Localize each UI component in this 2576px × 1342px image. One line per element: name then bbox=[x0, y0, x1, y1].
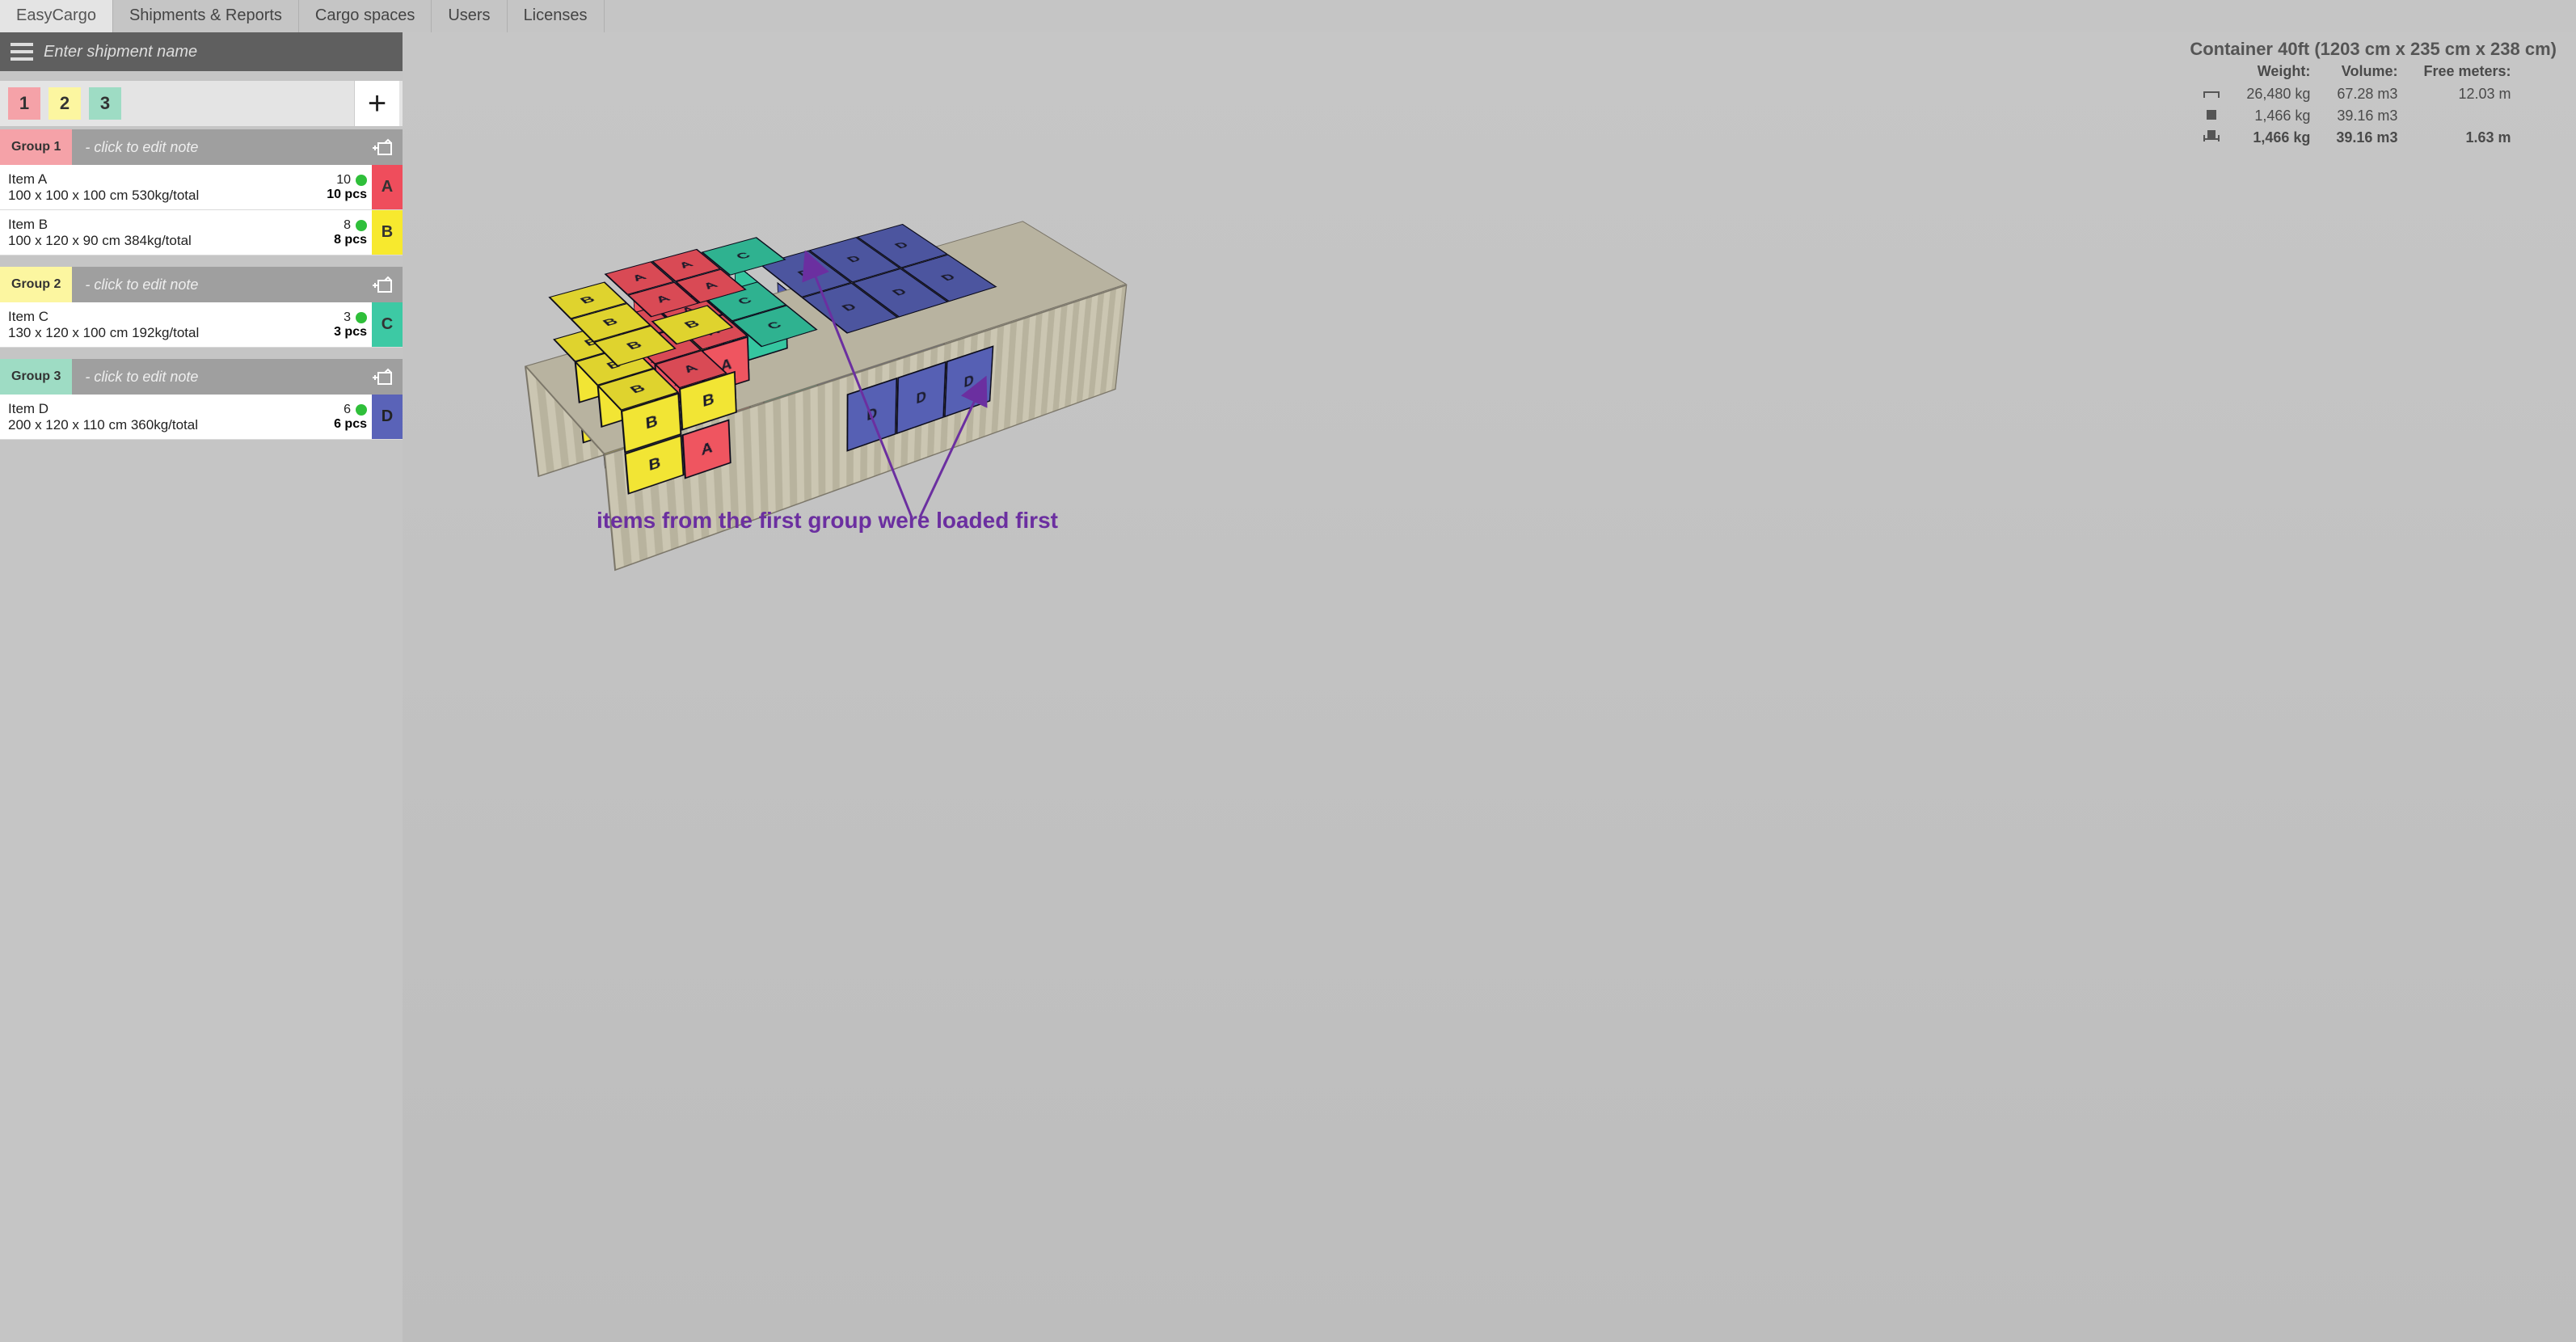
stats-row: 1,466 kg39.16 m31.63 m bbox=[2190, 127, 2523, 149]
top-nav: EasyCargo Shipments & Reports Cargo spac… bbox=[0, 0, 2576, 32]
item-pcs: 3 pcs bbox=[334, 325, 367, 339]
nav-tab-licenses[interactable]: Licenses bbox=[508, 0, 605, 32]
group-chip-3[interactable]: 3 bbox=[89, 87, 121, 120]
stats-header-weight: Weight: bbox=[2233, 63, 2323, 83]
item-info: Item B100 x 120 x 90 cm 384kg/total bbox=[0, 210, 307, 255]
nav-tab-shipments[interactable]: Shipments & Reports bbox=[113, 0, 299, 32]
item-list: Group 1- click to edit noteItem A100 x 1… bbox=[0, 129, 403, 440]
item-dimensions: 100 x 120 x 90 cm 384kg/total bbox=[8, 233, 299, 249]
group-header[interactable]: Group 3- click to edit note bbox=[0, 359, 403, 395]
group-tab-bar: 1 2 3 + bbox=[0, 81, 403, 126]
item-name: Item D bbox=[8, 401, 299, 417]
item-count: 10 bbox=[336, 173, 351, 188]
group-header[interactable]: Group 1- click to edit note bbox=[0, 129, 403, 165]
item-color-tag[interactable]: B bbox=[372, 210, 403, 255]
stat-free: 12.03 m bbox=[2410, 83, 2523, 105]
shipment-name-input[interactable] bbox=[44, 43, 403, 61]
item-count: 8 bbox=[344, 218, 351, 233]
stat-volume: 39.16 m3 bbox=[2323, 105, 2410, 127]
left-panel: 1 2 3 + Group 1- click to edit noteItem … bbox=[0, 32, 403, 1342]
container-title: Container 40ft (1203 cm x 235 cm x 238 c… bbox=[2190, 39, 2557, 60]
item-row[interactable]: Item C130 x 120 x 100 cm 192kg/total33 p… bbox=[0, 302, 403, 348]
stats-header-volume: Volume: bbox=[2323, 63, 2410, 83]
item-quantity: 66 pcs bbox=[307, 395, 372, 439]
status-dot-icon bbox=[356, 404, 367, 416]
add-group-button[interactable]: + bbox=[354, 81, 399, 126]
status-dot-icon bbox=[356, 175, 367, 186]
status-dot-icon bbox=[356, 220, 367, 231]
stat-volume: 39.16 m3 bbox=[2323, 127, 2410, 149]
stats-header-free: Free meters: bbox=[2410, 63, 2523, 83]
item-color-tag[interactable]: C bbox=[372, 302, 403, 347]
group-chip-2[interactable]: 2 bbox=[48, 87, 81, 120]
item-dimensions: 130 x 120 x 100 cm 192kg/total bbox=[8, 325, 299, 341]
add-to-container-icon[interactable] bbox=[364, 368, 403, 386]
stat-weight: 1,466 kg bbox=[2233, 127, 2323, 149]
item-pcs: 6 pcs bbox=[334, 417, 367, 431]
item-color-tag[interactable]: D bbox=[372, 395, 403, 439]
container-empty-icon bbox=[2190, 83, 2233, 105]
item-quantity: 33 pcs bbox=[307, 302, 372, 347]
group-chip-1[interactable]: 1 bbox=[8, 87, 40, 120]
item-info: Item C130 x 120 x 100 cm 192kg/total bbox=[0, 302, 307, 347]
annotation-text: items from the first group were loaded f… bbox=[597, 508, 1058, 534]
item-dimensions: 200 x 120 x 110 cm 360kg/total bbox=[8, 417, 299, 433]
item-name: Item A bbox=[8, 171, 299, 188]
item-info: Item A100 x 100 x 100 cm 530kg/total bbox=[0, 165, 307, 209]
container-stats: Container 40ft (1203 cm x 235 cm x 238 c… bbox=[2190, 39, 2557, 149]
group-header[interactable]: Group 2- click to edit note bbox=[0, 267, 403, 302]
item-count: 6 bbox=[344, 403, 351, 417]
brand-tab[interactable]: EasyCargo bbox=[0, 0, 113, 32]
nav-tab-cargo-spaces[interactable]: Cargo spaces bbox=[299, 0, 432, 32]
menu-icon[interactable] bbox=[0, 32, 44, 71]
item-color-tag[interactable]: A bbox=[372, 165, 403, 209]
item-quantity: 88 pcs bbox=[307, 210, 372, 255]
group-note-input[interactable]: - click to edit note bbox=[72, 139, 364, 156]
stat-volume: 67.28 m3 bbox=[2323, 83, 2410, 105]
nav-tab-users[interactable]: Users bbox=[432, 0, 507, 32]
stat-free: 1.63 m bbox=[2410, 127, 2523, 149]
add-to-container-icon[interactable] bbox=[364, 276, 403, 293]
stat-weight: 1,466 kg bbox=[2233, 105, 2323, 127]
item-pcs: 8 pcs bbox=[334, 233, 367, 247]
add-to-container-icon[interactable] bbox=[364, 138, 403, 156]
item-pcs: 10 pcs bbox=[327, 188, 367, 201]
item-row[interactable]: Item D200 x 120 x 110 cm 360kg/total66 p… bbox=[0, 395, 403, 440]
item-name: Item C bbox=[8, 309, 299, 325]
stats-row: 26,480 kg67.28 m312.03 m bbox=[2190, 83, 2523, 105]
viewport-3d[interactable]: Container 40ft (1203 cm x 235 cm x 238 c… bbox=[403, 32, 2576, 1342]
item-row[interactable]: Item B100 x 120 x 90 cm 384kg/total88 pc… bbox=[0, 210, 403, 255]
status-dot-icon bbox=[356, 312, 367, 323]
group-name: Group 3 bbox=[0, 359, 72, 395]
stat-weight: 26,480 kg bbox=[2233, 83, 2323, 105]
stat-free bbox=[2410, 105, 2523, 127]
item-dimensions: 100 x 100 x 100 cm 530kg/total bbox=[8, 188, 299, 204]
group-note-input[interactable]: - click to edit note bbox=[72, 369, 364, 386]
group-name: Group 1 bbox=[0, 129, 72, 165]
item-info: Item D200 x 120 x 110 cm 360kg/total bbox=[0, 395, 307, 439]
stats-row: 1,466 kg39.16 m3 bbox=[2190, 105, 2523, 127]
group-name: Group 2 bbox=[0, 267, 72, 302]
item-row[interactable]: Item A100 x 100 x 100 cm 530kg/total1010… bbox=[0, 165, 403, 210]
cargo-solid-icon bbox=[2190, 105, 2233, 127]
group-note-input[interactable]: - click to edit note bbox=[72, 276, 364, 293]
container-loaded-icon bbox=[2190, 127, 2233, 149]
shipment-header bbox=[0, 32, 403, 71]
item-name: Item B bbox=[8, 217, 299, 233]
item-quantity: 1010 pcs bbox=[307, 165, 372, 209]
item-count: 3 bbox=[344, 310, 351, 325]
